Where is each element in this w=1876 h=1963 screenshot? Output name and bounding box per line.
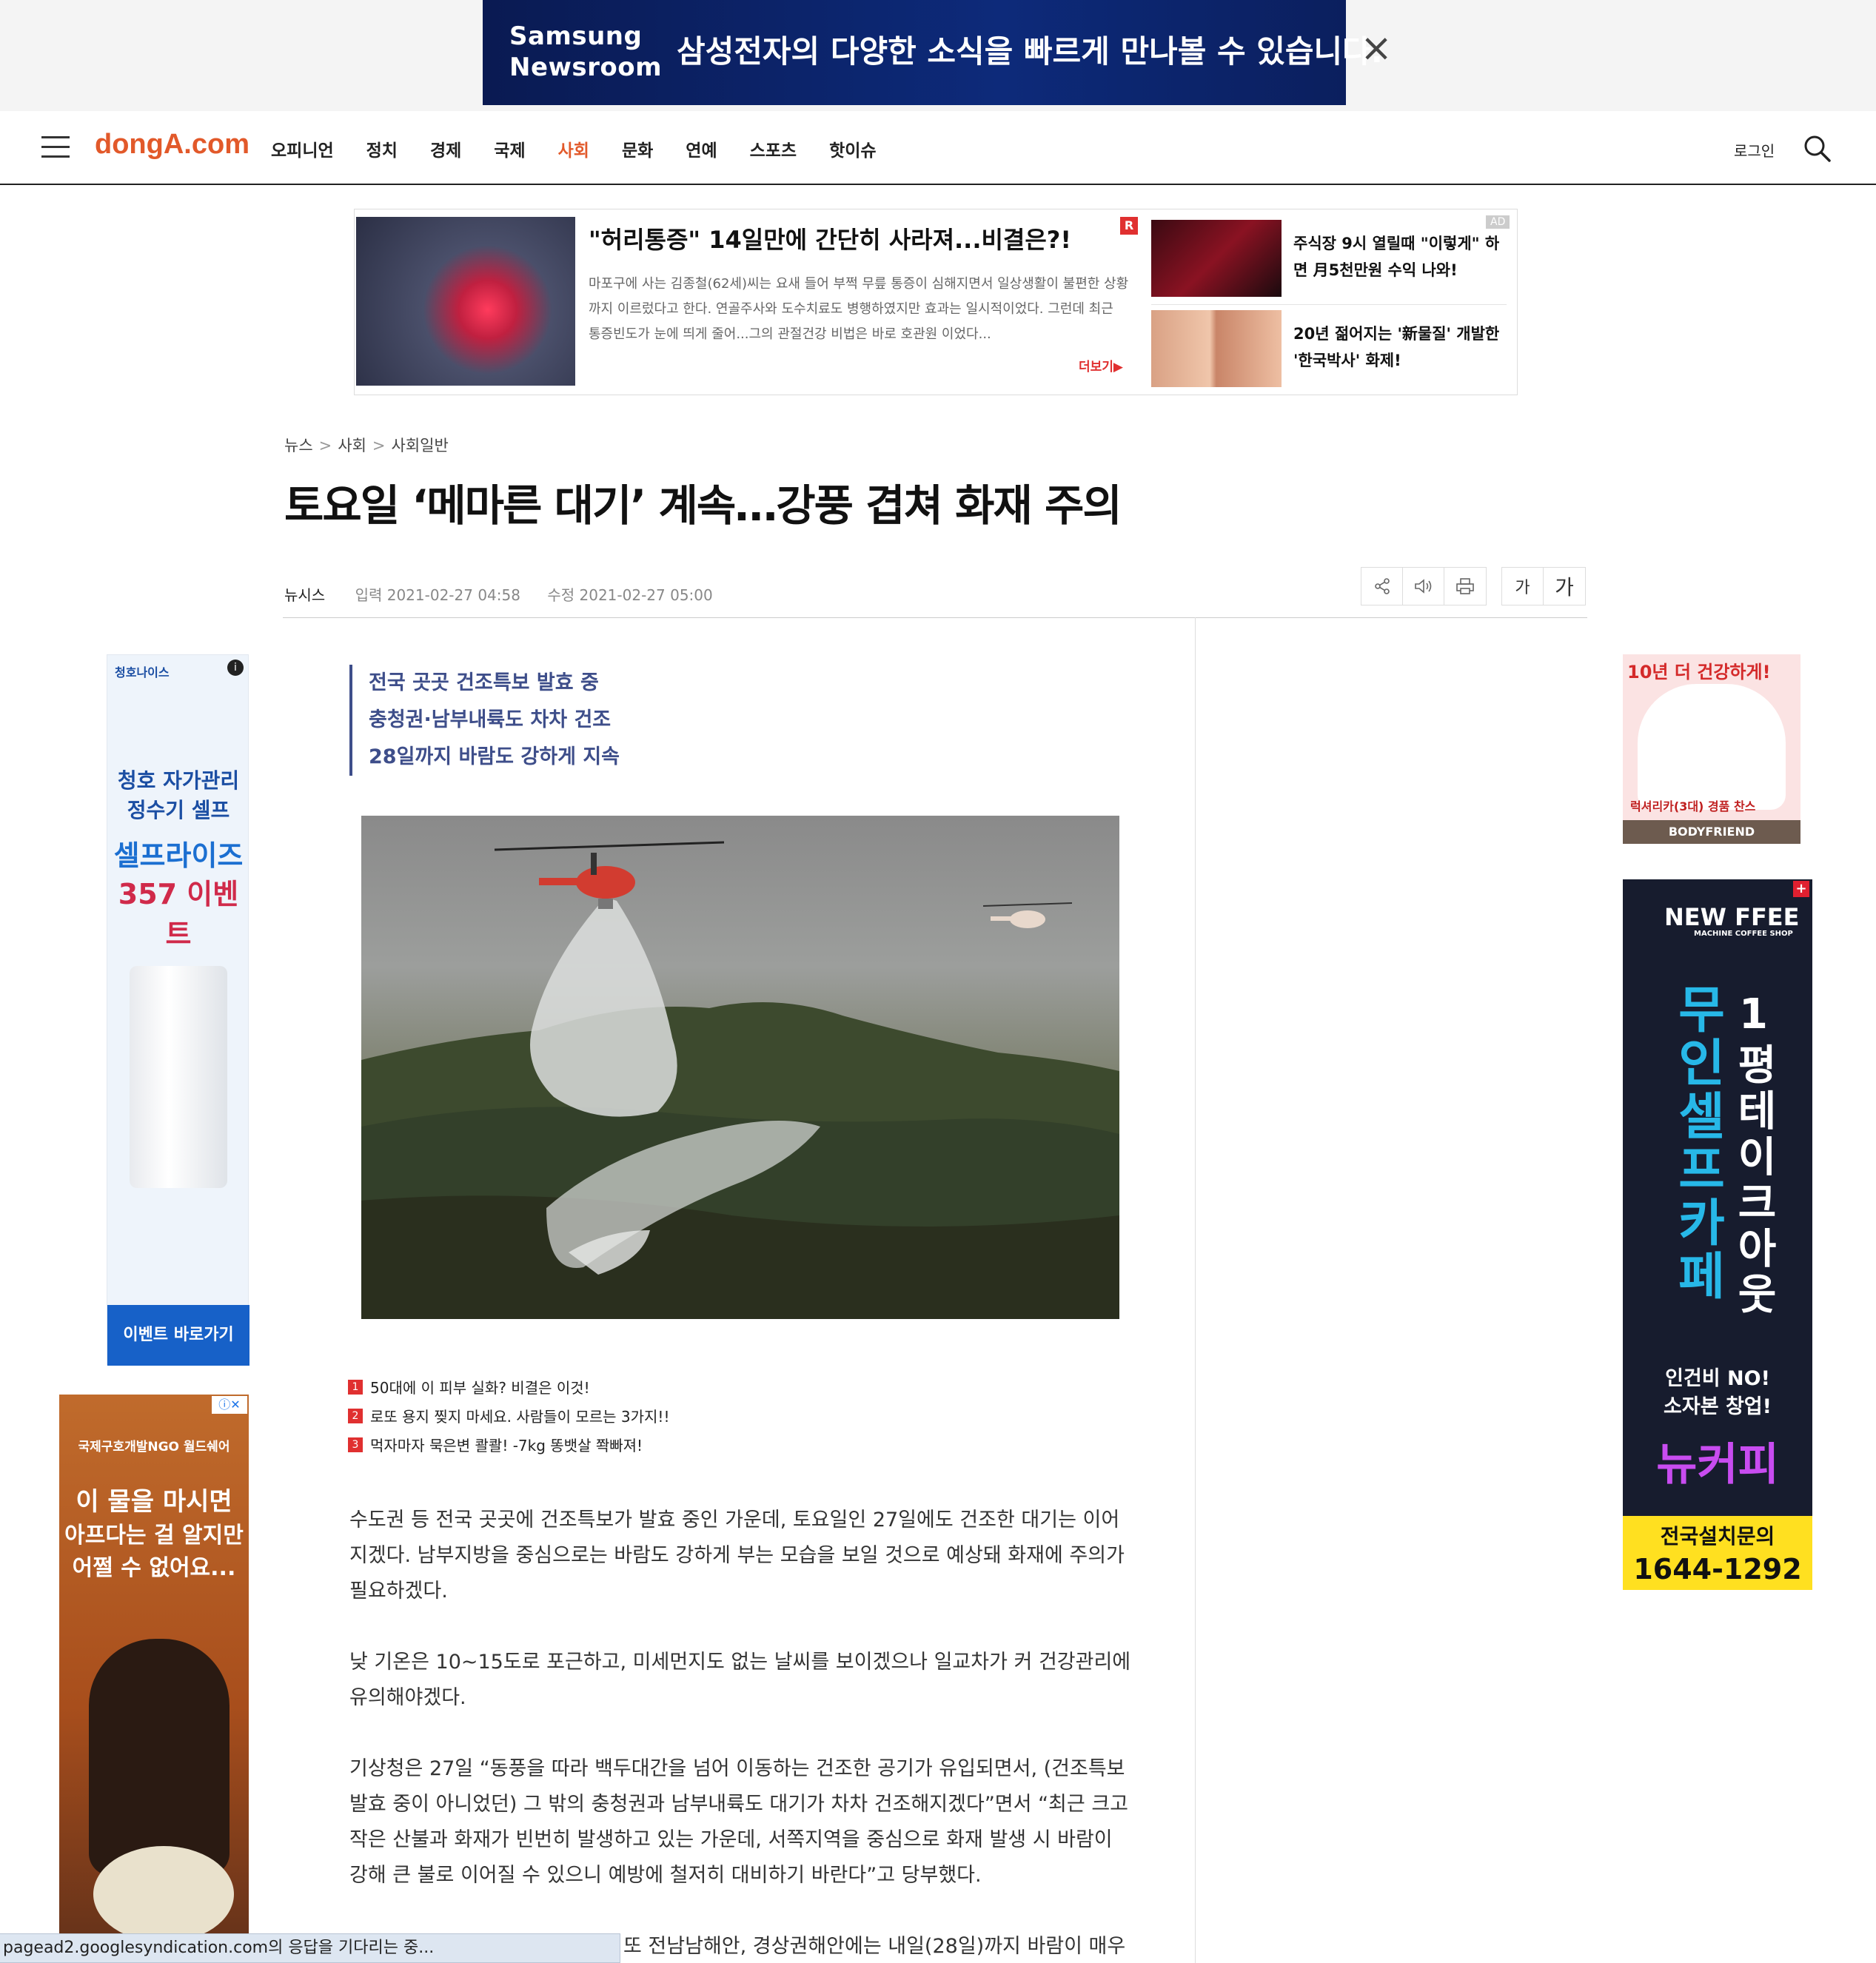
share-icon[interactable] (1361, 568, 1403, 605)
column-divider (1195, 617, 1196, 1963)
update-time: 2021-02-27 05:00 (579, 586, 713, 604)
speaker-icon[interactable] (1403, 568, 1444, 605)
ad-brand: 청호나이스 (115, 665, 170, 680)
ad-headline[interactable]: "허리통증" 14일만에 간단히 사라져...비결은?! (589, 221, 1071, 255)
font-increase-button[interactable]: 가 (1544, 568, 1585, 605)
input-label: 입력 (355, 586, 383, 604)
banner-logo: Samsung Newsroom (509, 21, 663, 82)
header-divider (283, 617, 1587, 618)
ad-strip[interactable]: R "허리통증" 14일만에 간단히 사라져...비결은?! 마포구에 사는 김… (354, 209, 1518, 395)
ad-text: 357 이벤트 (118, 878, 239, 950)
nav-item-economy[interactable]: 경제 (430, 136, 461, 161)
ad-right-newcoffee[interactable]: + NEW FFEE MACHINE COFFEE SHOP 무인셀프카페 1평테… (1623, 879, 1812, 1590)
breadcrumb-general[interactable]: 사회일반 (392, 437, 449, 454)
related-link[interactable]: 2 로또 용지 찢지 마세요. 사람들이 모르는 3가지!! (348, 1401, 669, 1430)
nav-item-entertainment[interactable]: 연예 (686, 136, 717, 161)
helicopter-main (494, 841, 725, 909)
ad-promo: 럭셔리카(3대) 경품 찬스 (1630, 799, 1756, 813)
samsung-newsroom-banner[interactable]: Samsung Newsroom 삼성전자의 다양한 소식을 빠르게 만나볼 수… (483, 0, 1383, 105)
nav-item-hot-issue[interactable]: 핫이슈 (829, 136, 876, 161)
ad-cta-button[interactable]: 이벤트 바로가기 (107, 1305, 249, 1366)
browser-status-bar: pagead2.googlesyndication.com의 응답을 기다리는 … (0, 1933, 620, 1963)
nav-item-opinion[interactable]: 오피니언 (271, 136, 334, 161)
ad-text: 어쩔 수 없어요... (72, 1555, 236, 1581)
article-paragraph: 낮 기온은 10~15도로 포근하고, 미세먼지도 없는 날씨를 보이겠으나 일… (349, 1651, 1131, 1709)
ad-logo: NEW FFEE MACHINE COFFEE SHOP (1664, 903, 1800, 938)
ad-call-box[interactable]: 전국설치문의 1644-1292 (1623, 1516, 1812, 1590)
login-link[interactable]: 로그인 (1734, 139, 1775, 161)
ad-body: 마포구에 사는 김종철(62세)씨는 요새 들어 부쩍 무릎 통증이 심해지면서… (589, 276, 1129, 342)
summary-line: 28일까지 바람도 강하게 지속 (369, 745, 620, 768)
ad-badge: R (1120, 217, 1138, 235)
ad-left-charity[interactable]: ⓘ✕ 국제구호개발NGO 월드쉐어 이 물을 마시면 아프다는 걸 알지만 어쩔… (59, 1395, 249, 1963)
article-paragraph: 수도권 등 전국 곳곳에 건조특보가 발효 중인 가운데, 토요일인 27일에도… (349, 1509, 1125, 1603)
ad-thumb-skin (1151, 310, 1282, 387)
ad-divider (1151, 304, 1507, 305)
ad-thumb-stock (1151, 220, 1282, 297)
article-source[interactable]: 뉴시스 (284, 586, 325, 604)
adchoices-icon[interactable]: ⓘ✕ (212, 1396, 247, 1414)
print-icon[interactable] (1444, 568, 1486, 605)
nav-item-sports[interactable]: 스포츠 (750, 136, 797, 161)
close-icon[interactable]: × (1359, 29, 1393, 67)
menu-icon[interactable] (41, 136, 70, 158)
main-nav: dongA.com 오피니언 정치 경제 국제 사회 문화 연예 스포츠 핫이슈… (0, 111, 1876, 185)
summary-line: 전국 곳곳 건조특보 발효 중 (369, 671, 599, 694)
tool-group (1361, 567, 1487, 605)
ad-image-back-pain[interactable] (356, 217, 575, 386)
font-size-group: 가 가 (1501, 567, 1586, 605)
article-photo[interactable] (361, 816, 1119, 1319)
plus-icon[interactable]: + (1793, 881, 1809, 897)
purifier-image (130, 966, 227, 1188)
helicopter-secondary (982, 902, 1073, 928)
article-tools: 가 가 (1361, 567, 1586, 605)
ad-text: 아프다는 걸 알지만 (64, 1523, 244, 1548)
update-label: 수정 (547, 586, 575, 604)
ad-text: 이 물을 마시면 (76, 1487, 232, 1517)
bowl-image (93, 1846, 234, 1942)
ad-brandname: 뉴커피 (1656, 1439, 1779, 1491)
ad-subtext: 인건비 NO! 소자본 창업! (1664, 1367, 1772, 1418)
ad-item-title: 주식장 9시 열릴때 "이렇게" 하면 月5천만원 수익 나와! (1293, 235, 1500, 279)
ad-item-title: 20년 젊어지는 '新물질' 개발한 '한국박사' 화제! (1293, 325, 1500, 369)
ad-text: 셀프라이즈 (113, 839, 244, 872)
ad-left-purifier[interactable]: 청호나이스 i 청호 자가관리 정수기 셀프 셀프라이즈 357 이벤트 이벤트 … (107, 654, 249, 1366)
ad-vertical-text: 무인셀프카페 (1667, 983, 1726, 1303)
ad-vertical-text: 1평테이크아웃 (1729, 990, 1778, 1318)
top-banner: Samsung Newsroom 삼성전자의 다양한 소식을 빠르게 만나볼 수… (0, 0, 1876, 111)
search-icon[interactable] (1802, 133, 1832, 163)
site-logo[interactable]: dongA.com (95, 129, 249, 161)
article-summary: 전국 곳곳 건조특보 발효 중 충청권·남부내륙도 차차 건조 28일까지 바람… (349, 665, 620, 776)
ad-item-stock[interactable]: 주식장 9시 열릴때 "이렇게" 하면 月5천만원 수익 나와! (1151, 220, 1507, 297)
banner-message: 삼성전자의 다양한 소식을 빠르게 만나볼 수 있습니다. (677, 33, 1383, 70)
nav-menu: 오피니언 정치 경제 국제 사회 문화 연예 스포츠 핫이슈 (271, 136, 909, 161)
breadcrumb: 뉴스 > 사회 > 사회일반 (284, 437, 449, 454)
font-decrease-button[interactable]: 가 (1502, 568, 1544, 605)
ad-item-skin[interactable]: 20년 젊어지는 '新물질' 개발한 '한국박사' 화제! (1151, 310, 1507, 387)
ad-text: 청호 자가관리 정수기 셀프 (117, 768, 240, 822)
article-meta: 뉴시스 입력 2021-02-27 04:58 수정 2021-02-27 05… (284, 583, 713, 605)
ad-photo (1638, 684, 1786, 810)
ad-right-bodyfriend[interactable]: 10년 더 건강하게! 럭셔리카(3대) 경품 찬스 BODYFRIEND (1623, 654, 1800, 844)
ad-brand: BODYFRIEND (1623, 820, 1800, 844)
related-links: 1 50대에 이 피부 실화? 비결은 이것! 2 로또 용지 찢지 마세요. 사람… (348, 1372, 669, 1459)
nav-item-culture[interactable]: 문화 (622, 136, 653, 161)
breadcrumb-news[interactable]: 뉴스 (284, 437, 313, 454)
breadcrumb-society[interactable]: 사회 (338, 437, 366, 454)
ad-more-link[interactable]: 더보기▶ (1079, 356, 1123, 375)
ad-title: 10년 더 건강하게! (1627, 662, 1771, 682)
related-link[interactable]: 1 50대에 이 피부 실화? 비결은 이것! (348, 1372, 669, 1401)
summary-line: 충청권·남부내륙도 차차 건조 (369, 708, 612, 731)
child-image (89, 1639, 230, 1876)
info-icon[interactable]: i (227, 660, 244, 676)
related-link[interactable]: 3 먹자마자 묵은변 콸콸! -7kg 똥뱃살 쫙빠져! (348, 1430, 669, 1459)
article-headline: 토요일 ‘메마른 대기’ 계속…강풍 겹쳐 화재 주의 (284, 480, 1122, 531)
nav-item-politics[interactable]: 정치 (366, 136, 398, 161)
ad-org: 국제구호개발NGO 월드쉐어 (78, 1440, 230, 1454)
nav-item-society[interactable]: 사회 (558, 136, 589, 161)
input-time: 2021-02-27 04:58 (386, 586, 520, 604)
article-paragraph: 기상청은 27일 “동풍을 따라 백두대간을 넘어 이동하는 건조한 공기가 유… (349, 1757, 1128, 1887)
nav-item-international[interactable]: 국제 (494, 136, 525, 161)
